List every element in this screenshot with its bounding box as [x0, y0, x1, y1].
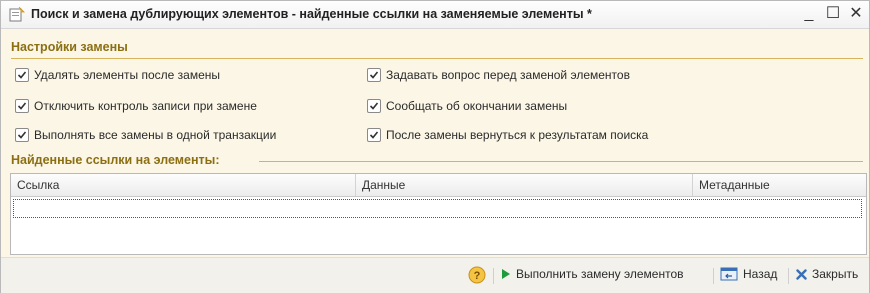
checkbox-label: Задавать вопрос перед заменой элементов: [386, 68, 630, 82]
checkbox-label: Сообщать об окончании замены: [386, 99, 568, 113]
back-icon: [720, 267, 738, 281]
settings-separator: [11, 58, 863, 59]
maximize-button[interactable]: ☐: [823, 4, 843, 24]
back-label: Назад: [743, 267, 778, 281]
references-table[interactable]: Ссылка Данные Метаданные: [10, 173, 867, 255]
close-icon: [796, 268, 807, 280]
references-separator: [259, 161, 863, 162]
form-content: Настройки замены Удалять элементы после …: [1, 29, 869, 255]
toolbar-separator: [788, 268, 789, 284]
replace-duplicates-window: Поиск и замена дублирующих элементов - н…: [0, 0, 870, 293]
checkbox-return-to-search-results[interactable]: После замены вернуться к результатам пои…: [367, 128, 648, 142]
checkbox-checked-icon: [367, 99, 381, 113]
title-bar: Поиск и замена дублирующих элементов - н…: [1, 1, 869, 29]
minimize-button[interactable]: _: [799, 4, 819, 24]
help-icon: ?: [468, 266, 486, 284]
column-header-data[interactable]: Данные: [356, 174, 693, 196]
checkbox-checked-icon: [15, 99, 29, 113]
toolbar-separator: [713, 268, 714, 284]
checkbox-notify-on-finish[interactable]: Сообщать об окончании замены: [367, 99, 567, 113]
back-button[interactable]: Назад: [720, 267, 777, 281]
table-row-selected-empty[interactable]: [13, 199, 862, 218]
close-window-button[interactable]: ✕: [846, 4, 866, 24]
settings-section-title: Настройки замены: [11, 40, 128, 54]
play-icon: [502, 269, 510, 279]
column-header-metadata[interactable]: Метаданные: [693, 174, 866, 196]
window-title: Поиск и замена дублирующих элементов - н…: [31, 7, 592, 21]
checkbox-checked-icon: [15, 128, 29, 142]
execute-replace-label: Выполнить замену элементов: [516, 267, 684, 281]
checkbox-checked-icon: [367, 128, 381, 142]
help-label: ?: [474, 270, 481, 282]
command-bar: ? Выполнить замену элементов Назад Закры…: [1, 257, 869, 293]
checkbox-checked-icon: [367, 68, 381, 82]
execute-replace-button[interactable]: Выполнить замену элементов: [501, 267, 684, 281]
checkbox-label: После замены вернуться к результатам пои…: [386, 128, 649, 142]
checkbox-ask-before-replace[interactable]: Задавать вопрос перед заменой элементов: [367, 68, 630, 82]
checkbox-label: Выполнять все замены в одной транзакции: [34, 128, 277, 142]
references-section-title: Найденные ссылки на элементы:: [11, 153, 220, 167]
checkbox-single-transaction[interactable]: Выполнять все замены в одной транзакции: [15, 128, 276, 142]
close-button[interactable]: Закрыть: [796, 267, 858, 281]
checkbox-checked-icon: [15, 68, 29, 82]
help-button[interactable]: ?: [468, 266, 486, 284]
checkbox-disable-write-control[interactable]: Отключить контроль записи при замене: [15, 99, 257, 113]
column-header-reference[interactable]: Ссылка: [11, 174, 356, 196]
table-header: Ссылка Данные Метаданные: [11, 174, 866, 197]
checkbox-label: Отключить контроль записи при замене: [34, 99, 257, 113]
close-label: Закрыть: [812, 267, 859, 281]
checkbox-delete-after-replace[interactable]: Удалять элементы после замены: [15, 68, 220, 82]
checkbox-label: Удалять элементы после замены: [34, 68, 221, 82]
form-icon: [9, 6, 25, 22]
toolbar-separator: [493, 268, 494, 284]
